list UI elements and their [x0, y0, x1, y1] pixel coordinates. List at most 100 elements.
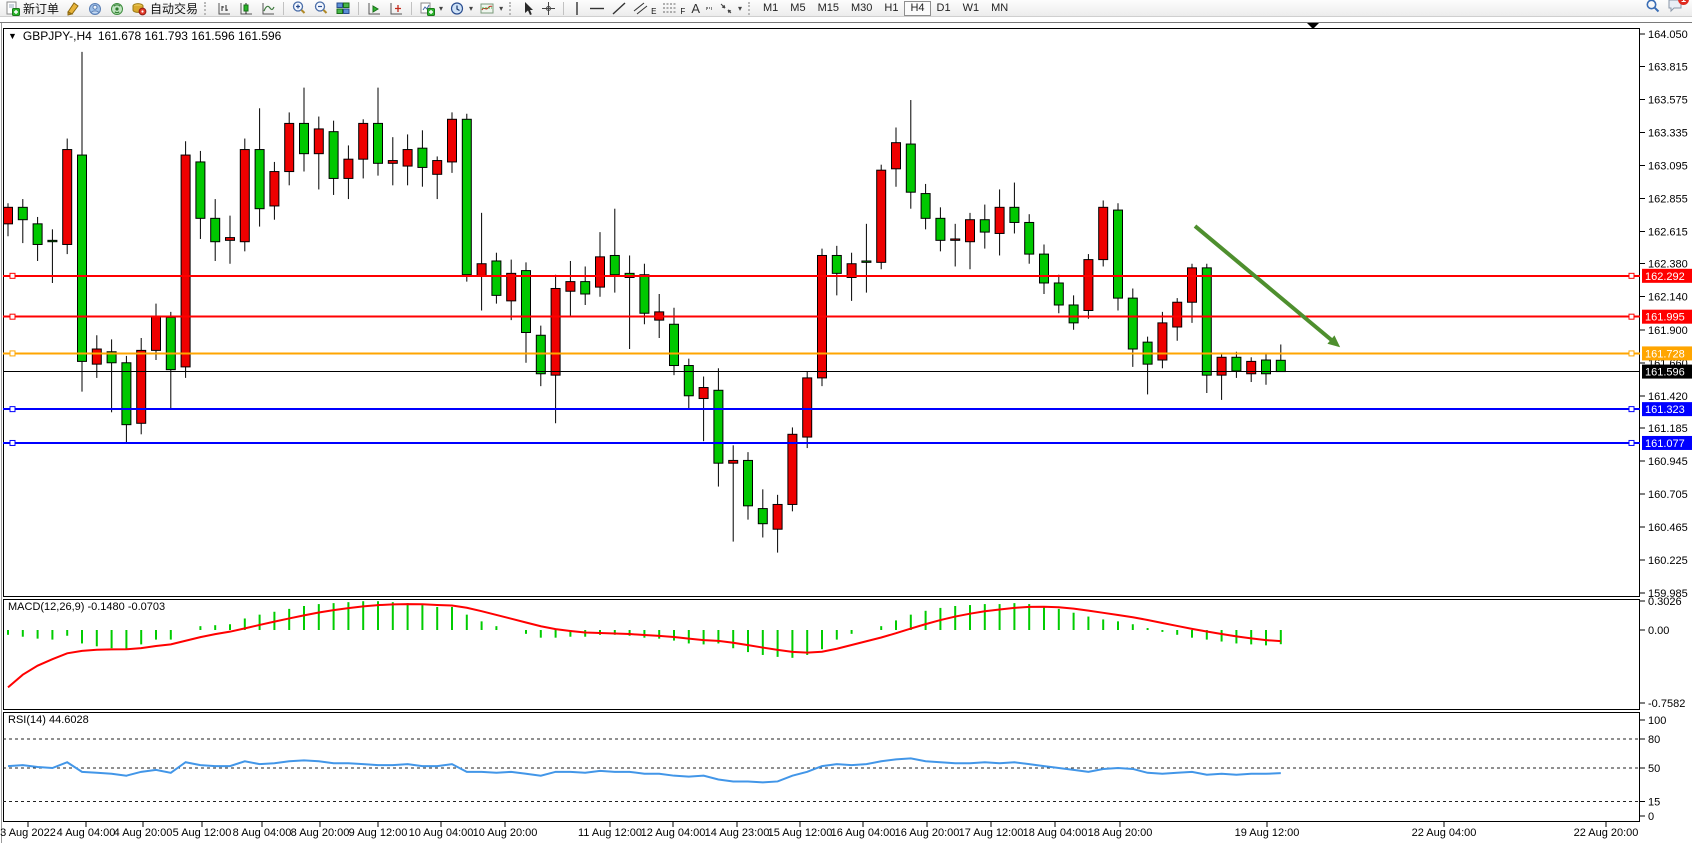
- price-line-handle[interactable]: [10, 314, 15, 319]
- timeframe-m15[interactable]: M15: [812, 1, 845, 16]
- axis-label: 16 Aug 04:00: [831, 827, 896, 839]
- bar-chart-button[interactable]: [213, 1, 235, 16]
- chevron-down-icon: ▾: [738, 4, 742, 13]
- channel-icon: [633, 1, 650, 16]
- axis-label: 12 Aug 04:00: [641, 827, 706, 839]
- candle: [1114, 210, 1123, 298]
- candle: [314, 129, 323, 154]
- axis-label: 162.140: [1648, 292, 1688, 304]
- search-icon[interactable]: [1645, 0, 1661, 19]
- horizontal-line-tool-button[interactable]: [586, 1, 608, 16]
- timeframe-m30[interactable]: M30: [845, 1, 878, 16]
- candle: [1158, 323, 1167, 360]
- price-line-handle[interactable]: [1629, 407, 1634, 412]
- candle: [699, 388, 708, 399]
- text-tool-glyph: A: [691, 1, 700, 16]
- timeframe-mn[interactable]: MN: [985, 1, 1014, 16]
- price-line-handle[interactable]: [10, 440, 15, 445]
- zoom-out-button[interactable]: [310, 1, 332, 16]
- candlestick-chart-button[interactable]: [235, 1, 257, 16]
- toolbar-separator: [283, 2, 284, 15]
- timeframe-m1[interactable]: M1: [757, 1, 784, 16]
- price-line-handle[interactable]: [1629, 314, 1634, 319]
- timeframe-h1[interactable]: H1: [878, 1, 904, 16]
- signals-button[interactable]: [106, 1, 128, 16]
- timeframe-w1[interactable]: W1: [957, 1, 986, 16]
- autotrading-button[interactable]: 自动交易: [128, 1, 201, 16]
- candlestick-chart[interactable]: 164.050163.815163.575163.335163.095162.8…: [0, 0, 1692, 843]
- line-chart-button[interactable]: [257, 1, 279, 16]
- axis-label: 0.00: [1648, 625, 1669, 637]
- community-button[interactable]: [84, 1, 106, 16]
- candle: [1276, 360, 1285, 371]
- chart-ohlc-label: 161.678 161.793 161.596 161.596: [98, 29, 282, 43]
- autotrading-icon: [131, 1, 147, 16]
- chart-shift-button[interactable]: [385, 1, 407, 16]
- text-label-tool-button[interactable]: [703, 1, 715, 16]
- vertical-line-tool-button[interactable]: [568, 1, 586, 16]
- price-line-handle[interactable]: [1629, 351, 1634, 356]
- axis-label: 161.728: [1645, 348, 1685, 360]
- candle: [951, 239, 960, 240]
- price-line-handle[interactable]: [1629, 440, 1634, 445]
- candle: [226, 238, 235, 241]
- zoom-in-button[interactable]: [288, 1, 310, 16]
- zoom-in-icon: [291, 0, 307, 16]
- new-chart-button[interactable]: ▾: [416, 1, 446, 16]
- axis-label: 9 Aug 12:00: [349, 827, 408, 839]
- trendline-tool-button[interactable]: [608, 1, 630, 16]
- price-line-handle[interactable]: [10, 351, 15, 356]
- new-order-button[interactable]: 新订单: [2, 1, 62, 16]
- toolbar-grip: [748, 2, 753, 15]
- candle: [714, 390, 723, 463]
- chart-dropdown-icon[interactable]: ▼: [8, 31, 17, 41]
- price-line-handle[interactable]: [10, 273, 15, 278]
- periods-button[interactable]: ▾: [446, 1, 476, 16]
- candle: [536, 335, 545, 374]
- axis-label: 163.335: [1648, 127, 1688, 139]
- axis-label: 0: [1648, 811, 1654, 823]
- chart-symbol-label: GBPJPY-,H4: [23, 29, 92, 43]
- line-chart-icon: [260, 1, 276, 16]
- price-line-handle[interactable]: [1629, 273, 1634, 278]
- candle: [729, 460, 738, 463]
- arrows-tool-button[interactable]: ▾: [715, 1, 745, 16]
- timeframe-h4[interactable]: H4: [904, 1, 930, 16]
- candle: [877, 170, 886, 262]
- tile-windows-button[interactable]: [332, 1, 354, 16]
- timeframe-m5[interactable]: M5: [784, 1, 811, 16]
- chevron-down-icon: ▾: [469, 4, 473, 13]
- candle: [966, 220, 975, 242]
- candle: [152, 316, 161, 350]
- candle: [1010, 207, 1019, 222]
- text-tool-button[interactable]: A: [688, 1, 703, 16]
- crosshair-tool-button[interactable]: [538, 1, 559, 16]
- toolbar-separator: [563, 2, 564, 15]
- price-line-handle[interactable]: [10, 407, 15, 412]
- candle: [1128, 298, 1137, 349]
- axis-label: 5 Aug 12:00: [173, 827, 232, 839]
- cursor-tool-button[interactable]: [518, 1, 538, 16]
- channel-tool-button[interactable]: E: [630, 1, 659, 16]
- candle: [832, 255, 841, 273]
- axis-label: 162.292: [1645, 271, 1685, 283]
- fibonacci-tool-button[interactable]: F: [659, 1, 688, 16]
- signals-icon: [109, 1, 125, 16]
- toolbar-separator: [358, 2, 359, 15]
- candle: [448, 119, 457, 162]
- candle: [566, 282, 575, 292]
- trend-arrow[interactable]: [1195, 226, 1334, 342]
- candle: [522, 271, 531, 333]
- editor-button[interactable]: [62, 1, 84, 16]
- axis-label: 19 Aug 12:00: [1235, 827, 1300, 839]
- timeframe-d1[interactable]: D1: [931, 1, 957, 16]
- candle: [1232, 357, 1241, 371]
- candle: [1202, 268, 1211, 375]
- auto-scroll-button[interactable]: [363, 1, 385, 16]
- candle: [773, 504, 782, 529]
- timeframe-group: M1M5M15M30H1H4D1W1MN: [757, 1, 1014, 16]
- new-order-label: 新订单: [23, 0, 59, 17]
- chat-button[interactable]: 1: [1667, 0, 1684, 18]
- candle: [1099, 207, 1108, 259]
- indicators-button[interactable]: ▾: [476, 1, 506, 16]
